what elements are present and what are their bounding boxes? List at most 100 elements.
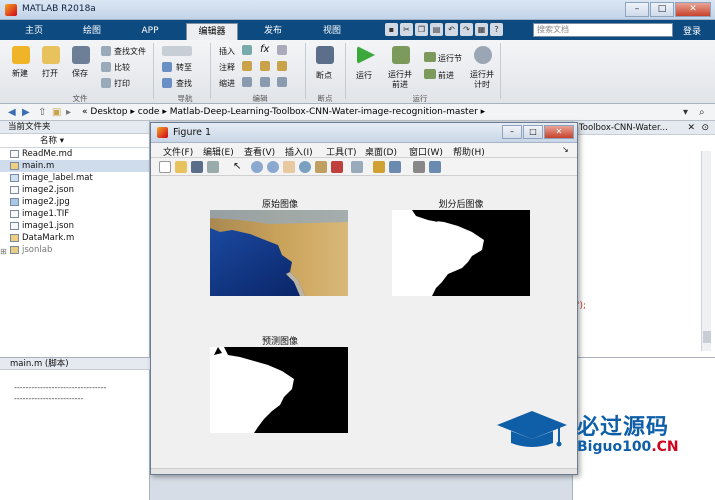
hide-plot-tools-icon[interactable] [413,161,425,173]
menu-desktop[interactable]: 桌面(D) [365,145,397,158]
insert-button[interactable]: 插入 [219,46,235,57]
dock-icon[interactable]: ↘ [562,145,569,154]
name-column-header[interactable]: 名称 ▾ [0,134,149,148]
figure-close-button[interactable]: ✕ [544,125,574,139]
zoom-in-icon[interactable] [251,161,263,173]
breadcrumb-code[interactable]: code [138,107,160,117]
run-and-time-button[interactable]: 运行并 计时 [470,70,494,90]
comment-button[interactable]: 注释 [219,62,235,73]
tab-home[interactable]: 主页 [14,23,54,40]
find-files-button[interactable]: 查找文件 [114,46,146,57]
decrease-indent-icon[interactable] [277,77,287,87]
uncomment-icon[interactable] [260,61,270,71]
run-section-button[interactable]: 运行节 [438,53,462,64]
insert-section-icon[interactable] [242,45,252,55]
open-button[interactable]: 打开 [42,68,58,79]
segmented-image-plot[interactable] [392,210,530,296]
link-plot-icon[interactable] [351,161,363,173]
tab-plots[interactable]: 绘图 [72,23,112,40]
file-item[interactable]: image1.json [0,220,149,232]
brush-icon[interactable] [331,161,343,173]
close-icon[interactable]: ✕ [687,123,695,133]
file-item[interactable]: image1.TIF [0,208,149,220]
menu-tools[interactable]: 工具(T) [326,145,357,158]
zoom-out-icon[interactable] [267,161,279,173]
back-arrow-icon[interactable]: ◀ [8,107,16,118]
save-disk-icon[interactable] [72,46,90,64]
breadcrumb-project[interactable]: Matlab-Deep-Learning-Toolbox-CNN-Water-i… [170,107,478,117]
new-file-icon[interactable] [12,46,30,64]
forward-arrow-icon[interactable]: ▶ [22,107,30,118]
advance-button[interactable]: 前进 [438,70,454,81]
cut-icon[interactable]: ✂ [400,23,413,36]
file-item[interactable]: image2.jpg [0,196,149,208]
panel-menu-icon[interactable]: ⊙ [701,123,709,133]
help-icon[interactable]: ? [490,23,503,36]
run-button[interactable]: 运行 [356,70,372,81]
print-figure-icon[interactable] [207,161,219,173]
file-item[interactable]: image_label.mat [0,172,149,184]
file-item[interactable]: ReadMe.md [0,148,149,160]
editor-scrollbar[interactable] [701,151,711,351]
figure-maximize-button[interactable]: □ [523,125,543,139]
run-icon[interactable] [357,46,375,64]
menu-window[interactable]: 窗口(W) [409,145,443,158]
comment-icon[interactable] [242,61,252,71]
address-dropdown-icon[interactable]: ▾ [683,107,688,118]
open-folder-icon[interactable] [42,46,60,64]
search-docs-input[interactable]: 搜索文档 [533,23,673,37]
maximize-button[interactable]: □ [650,2,674,17]
pan-icon[interactable] [283,161,295,173]
breadcrumb[interactable]: « Desktop ▸ code ▸ Matlab-Deep-Learning-… [82,107,485,117]
tab-editor[interactable]: 编辑器 [186,23,238,40]
data-cursor-icon[interactable] [315,161,327,173]
rotate-3d-icon[interactable] [299,161,311,173]
login-link[interactable]: 登录 [683,24,701,37]
smart-indent-icon[interactable] [242,77,252,87]
show-plot-tools-icon[interactable] [429,161,441,173]
new-figure-icon[interactable] [159,161,171,173]
new-button[interactable]: 新建 [12,68,28,79]
wrap-comment-icon[interactable] [277,61,287,71]
pointer-icon[interactable]: ↖ [233,161,245,173]
function-icon[interactable]: fx [260,44,269,55]
expand-icon[interactable]: ⊞ [0,246,7,256]
browse-folder-icon[interactable]: ▣ [52,107,61,118]
print-button[interactable]: 打印 [114,78,130,89]
compare-button[interactable]: 比较 [114,62,130,73]
menu-help[interactable]: 帮助(H) [453,145,485,158]
legend-icon[interactable] [389,161,401,173]
minimize-button[interactable]: – [625,2,649,17]
run-advance-icon[interactable] [392,46,410,64]
tab-view[interactable]: 视图 [312,23,352,40]
up-folder-icon[interactable]: ⇧ [38,107,46,118]
indent-button[interactable]: 缩进 [219,78,235,89]
insert-menu-icon[interactable] [277,45,287,55]
file-item[interactable]: main.m [0,160,149,172]
breadcrumb-desktop[interactable]: Desktop [90,107,127,117]
breakpoints-button[interactable]: 断点 [316,70,332,81]
file-item[interactable]: DataMark.m [0,232,149,244]
breakpoints-icon[interactable] [316,46,334,64]
find-button[interactable]: 查找 [176,78,192,89]
original-image-plot[interactable] [210,210,348,296]
breadcrumb-chevron[interactable]: « [82,107,88,117]
menu-edit[interactable]: 编辑(E) [203,145,234,158]
menu-file[interactable]: 文件(F) [163,145,193,158]
figure-minimize-button[interactable]: – [502,125,522,139]
copy-icon[interactable]: ❐ [415,23,428,36]
menu-insert[interactable]: 插入(I) [285,145,313,158]
code-fragment[interactable]: '); [577,301,586,311]
file-item[interactable]: image2.json [0,184,149,196]
increase-indent-icon[interactable] [260,77,270,87]
tab-apps[interactable]: APP [130,23,170,40]
save-icon[interactable]: ▪ [385,23,398,36]
save-figure-icon[interactable] [191,161,203,173]
save-button[interactable]: 保存 [72,68,88,79]
tab-publish[interactable]: 发布 [253,23,293,40]
predicted-image-plot[interactable] [210,347,348,433]
open-file-icon[interactable] [175,161,187,173]
colorbar-icon[interactable] [373,161,385,173]
paste-icon[interactable]: ▤ [430,23,443,36]
address-search-icon[interactable]: ⌕ [699,107,705,118]
